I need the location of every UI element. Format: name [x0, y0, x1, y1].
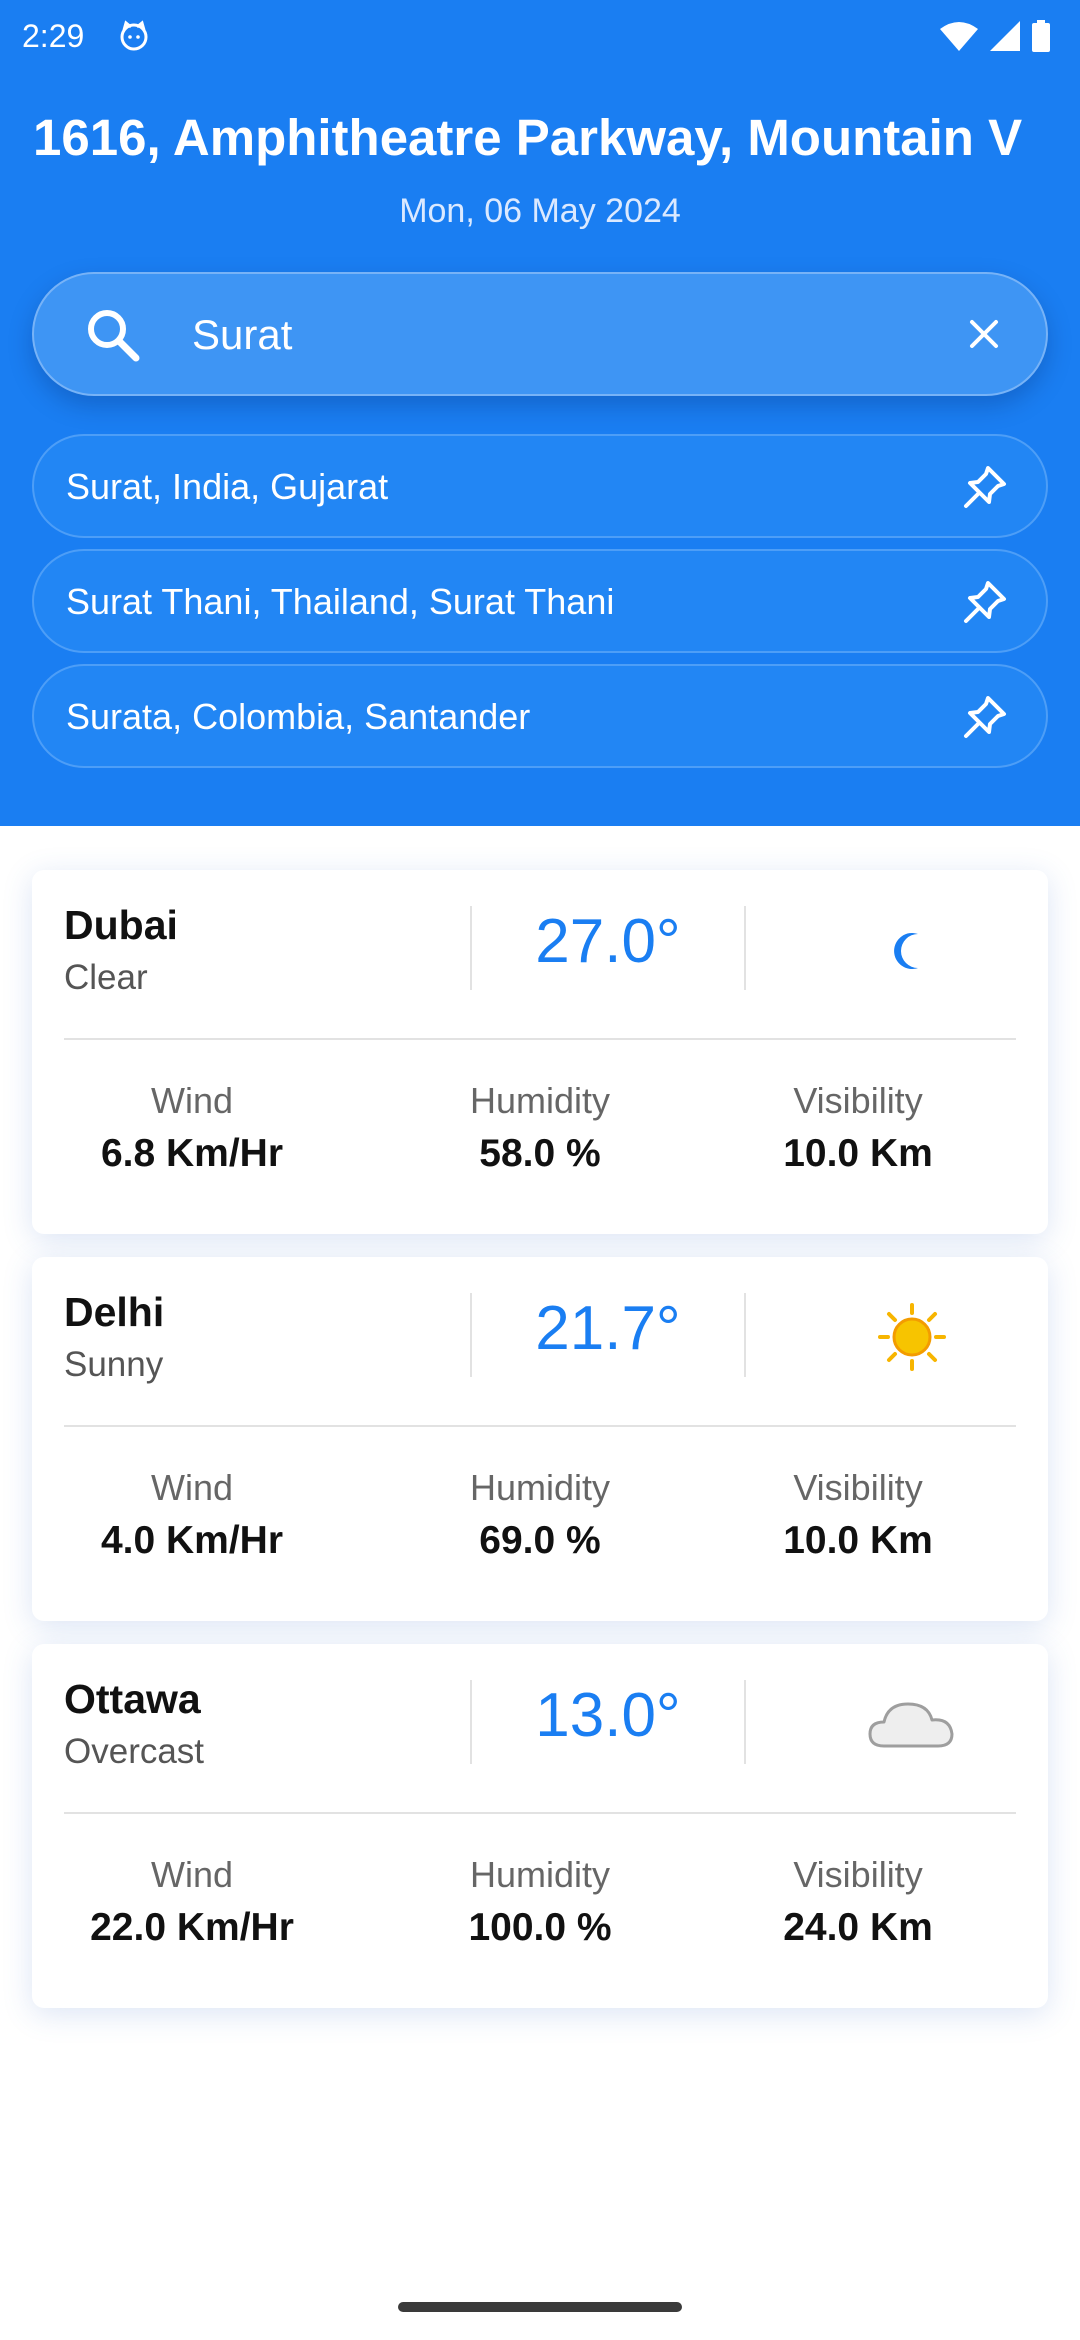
wind-metric: Wind 6.8 Km/Hr [32, 1080, 352, 1176]
status-bar: 2:29 [0, 0, 1080, 72]
visibility-label: Visibility [793, 1854, 923, 1895]
weather-condition: Sunny [64, 1345, 164, 1384]
visibility-metric: Visibility 10.0 Km [698, 1080, 1018, 1176]
humidity-label: Humidity [469, 1467, 611, 1508]
divider [744, 906, 746, 990]
home-indicator[interactable] [398, 2302, 682, 2312]
humidity-metric: Humidity 100.0 % [380, 1854, 700, 1950]
weather-card[interactable]: Delhi Sunny 21.7° Wind 4.0 Km/Hr Humidit… [32, 1257, 1048, 1621]
weather-condition: Clear [64, 958, 148, 997]
visibility-value: 24.0 Km [783, 1906, 933, 1949]
pin-icon[interactable] [956, 690, 1012, 746]
weather-card[interactable]: Dubai Clear 27.0° Wind 6.8 Km/Hr Humidit… [32, 870, 1048, 1234]
suggestion-item[interactable]: Surat, India, Gujarat [32, 434, 1048, 538]
pin-icon[interactable] [956, 575, 1012, 631]
visibility-metric: Visibility 10.0 Km [698, 1467, 1018, 1563]
wind-label: Wind [150, 1854, 234, 1895]
close-icon[interactable] [964, 314, 1004, 354]
temperature: 21.7° [535, 1294, 681, 1363]
moon-icon [894, 933, 918, 969]
temperature: 27.0° [535, 907, 681, 976]
wind-value: 4.0 Km/Hr [100, 1519, 284, 1562]
search-bar[interactable] [32, 272, 1048, 396]
visibility-value: 10.0 Km [783, 1132, 933, 1175]
wifi-icon [940, 22, 978, 51]
search-icon [88, 310, 140, 362]
city-name: Ottawa [64, 1676, 201, 1722]
suggestion-label: Surat Thani, Thailand, Surat Thani [66, 581, 615, 622]
location-title: 1616, Amphitheatre Parkway, Mountain V [33, 109, 1023, 166]
visibility-metric: Visibility 24.0 Km [698, 1854, 1018, 1950]
status-time: 2:29 [22, 18, 85, 54]
humidity-value: 69.0 % [479, 1519, 601, 1562]
visibility-value: 10.0 Km [783, 1519, 933, 1562]
divider [64, 1425, 1016, 1427]
weather-card[interactable]: Ottawa Overcast 13.0° Wind 22.0 Km/Hr Hu… [32, 1644, 1048, 2008]
wind-label: Wind [150, 1080, 234, 1121]
cloud-icon [868, 1702, 954, 1748]
divider [744, 1293, 746, 1377]
wind-value: 6.8 Km/Hr [100, 1132, 284, 1175]
temperature: 13.0° [535, 1681, 681, 1750]
city-name: Delhi [64, 1289, 165, 1335]
visibility-label: Visibility [793, 1080, 923, 1121]
wind-label: Wind [150, 1467, 234, 1508]
suggestion-label: Surat, India, Gujarat [66, 466, 389, 507]
status-icons [940, 20, 1050, 52]
suggestion-item[interactable]: Surat Thani, Thailand, Surat Thani [32, 549, 1048, 653]
date-label: Mon, 06 May 2024 [399, 192, 681, 230]
suggestion-label: Surata, Colombia, Santander [66, 696, 531, 737]
divider [64, 1812, 1016, 1814]
humidity-label: Humidity [469, 1854, 611, 1895]
suggestion-item[interactable]: Surata, Colombia, Santander [32, 664, 1048, 768]
humidity-metric: Humidity 58.0 % [380, 1080, 700, 1176]
divider [64, 1038, 1016, 1040]
humidity-value: 100.0 % [468, 1906, 612, 1949]
wind-value: 22.0 Km/Hr [90, 1906, 294, 1949]
divider [744, 1680, 746, 1764]
humidity-metric: Humidity 69.0 % [380, 1467, 700, 1563]
city-name: Dubai [64, 902, 178, 948]
battery-icon [1032, 20, 1050, 52]
humidity-label: Humidity [469, 1080, 611, 1121]
search-input[interactable] [192, 304, 952, 366]
weather-condition: Overcast [64, 1732, 205, 1771]
visibility-label: Visibility [793, 1467, 923, 1508]
sun-icon [878, 1303, 946, 1371]
pin-icon[interactable] [956, 460, 1012, 516]
wind-metric: Wind 4.0 Km/Hr [32, 1467, 352, 1563]
wind-metric: Wind 22.0 Km/Hr [32, 1854, 352, 1950]
signal-icon [990, 21, 1020, 51]
notification-app-icon [120, 20, 148, 51]
humidity-value: 58.0 % [479, 1132, 601, 1175]
